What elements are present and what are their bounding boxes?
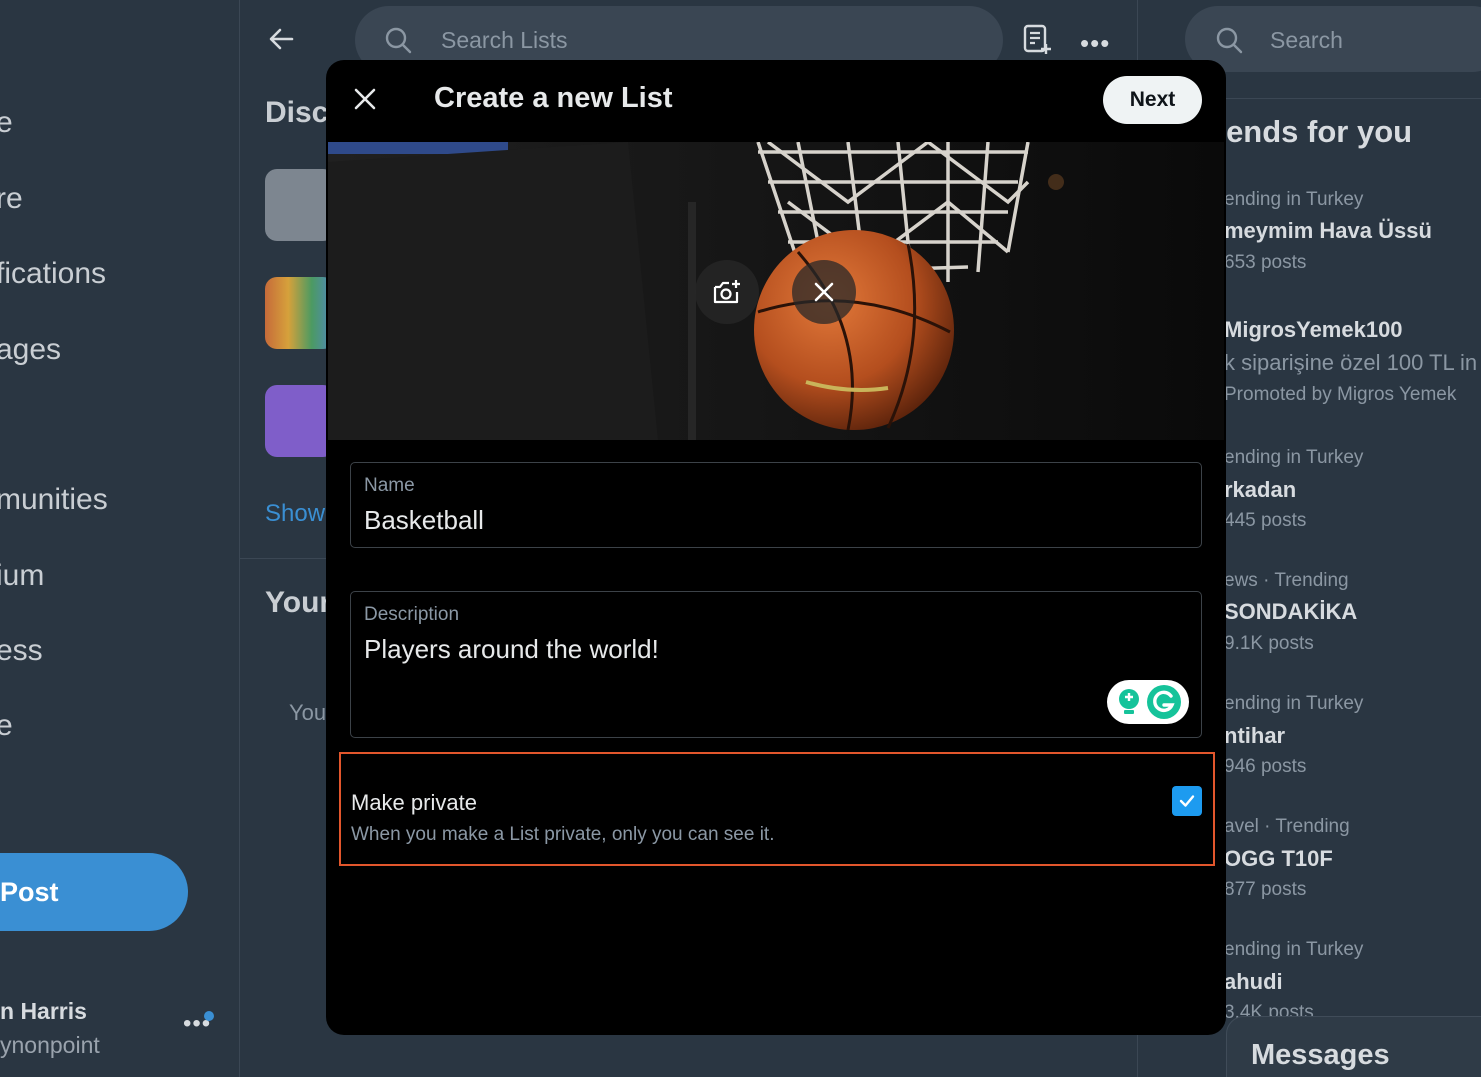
banner-image[interactable] (328, 142, 1224, 440)
remove-photo-button[interactable] (792, 260, 856, 324)
basketball-photo (328, 142, 1224, 440)
trend-name[interactable]: OGG T10F (1224, 846, 1333, 872)
show-more-link[interactable]: Show (265, 500, 325, 528)
trend-count: 946 posts (1224, 756, 1307, 777)
close-icon (354, 88, 376, 110)
name-label: Name (364, 475, 415, 496)
your-lists-heading: Your (265, 586, 332, 619)
messages-dock[interactable]: Messages (1226, 1016, 1481, 1077)
discover-thumbnail-1[interactable] (265, 169, 335, 241)
nav-item-explore[interactable]: re (0, 182, 23, 216)
trend-count: 653 posts (1224, 252, 1307, 273)
trend-meta: ending in Turkey (1224, 447, 1364, 468)
grammarly-icon (1146, 685, 1181, 719)
create-list-modal: Create a new List Next Name Basketball D… (326, 60, 1226, 1035)
trend-name[interactable]: rkadan (1224, 477, 1296, 503)
nav-item-premium[interactable]: ium (0, 559, 44, 593)
trend-count: 445 posts (1224, 510, 1307, 531)
right-search-placeholder: Search (1270, 27, 1343, 53)
name-field[interactable]: Name Basketball (350, 462, 1202, 548)
your-lists-text: You (289, 700, 327, 725)
trend-count: 877 posts (1224, 879, 1307, 900)
modal-title: Create a new List (434, 82, 673, 114)
search-lists-placeholder: Search Lists (441, 27, 568, 53)
trend-meta: avel · Trending (1224, 816, 1350, 837)
make-private-label: Make private (351, 790, 477, 815)
trend-promo-text: k siparişine özel 100 TL in (1224, 350, 1478, 375)
trend-name[interactable]: ahudi (1224, 969, 1283, 995)
account-handle: ynonpoint (0, 1032, 100, 1058)
search-icon (1216, 27, 1243, 54)
close-icon (814, 282, 834, 302)
trend-name[interactable]: meymim Hava Üssü (1224, 218, 1432, 244)
trend-meta: ending in Turkey (1224, 693, 1364, 714)
post-button[interactable]: Post (0, 853, 188, 931)
left-nav: e re fications ages munities ium ess e P… (0, 0, 240, 1077)
nav-item-business[interactable]: ess (0, 634, 43, 668)
description-input[interactable]: Players around the world! (364, 634, 659, 665)
trend-meta: ews · Trending (1224, 570, 1349, 591)
nav-item-communities[interactable]: munities (0, 483, 108, 517)
add-photo-icon (713, 280, 740, 304)
add-photo-button[interactable] (695, 260, 759, 324)
back-arrow-icon[interactable] (266, 24, 296, 54)
notification-dot (204, 1011, 214, 1021)
search-icon (385, 27, 412, 54)
lightbulb-icon (1118, 689, 1139, 714)
make-private-row[interactable]: Make private When you make a List privat… (339, 752, 1215, 866)
discover-heading: Disc (265, 96, 329, 129)
nav-item-more[interactable]: e (0, 709, 13, 743)
trend-count: 9.1K posts (1224, 633, 1314, 654)
close-button[interactable] (348, 82, 382, 116)
trend-name[interactable]: ntihar (1224, 723, 1285, 749)
messages-label: Messages (1251, 1039, 1390, 1071)
name-input[interactable]: Basketball (364, 505, 484, 536)
trend-promoted: Promoted by Migros Yemek (1224, 384, 1457, 405)
trend-meta: ending in Turkey (1224, 939, 1364, 960)
trend-meta: ending in Turkey (1224, 189, 1364, 210)
description-field[interactable]: Description Players around the world! (350, 591, 1202, 738)
nav-item-messages[interactable]: ages (0, 333, 61, 367)
make-private-description: When you make a List private, only you c… (351, 824, 775, 845)
grammarly-widget[interactable] (1107, 680, 1189, 724)
trends-title: rends for you (1214, 114, 1413, 149)
discover-thumbnail-3[interactable] (265, 385, 335, 457)
more-options-icon[interactable]: ••• (1080, 28, 1110, 59)
trend-name[interactable]: MigrosYemek100 (1224, 317, 1403, 343)
right-search-input[interactable]: Search (1185, 6, 1481, 72)
new-list-icon[interactable] (1022, 24, 1052, 56)
trend-name[interactable]: SONDAKİKA (1224, 599, 1357, 625)
nav-item-notifications[interactable]: fications (0, 257, 106, 291)
checkmark-icon (1179, 795, 1195, 807)
make-private-checkbox[interactable] (1172, 786, 1202, 816)
account-name[interactable]: n Harris (0, 998, 87, 1025)
next-button[interactable]: Next (1103, 76, 1202, 124)
nav-item-home[interactable]: e (0, 106, 13, 140)
description-label: Description (364, 604, 460, 625)
discover-thumbnail-2[interactable] (265, 277, 335, 349)
